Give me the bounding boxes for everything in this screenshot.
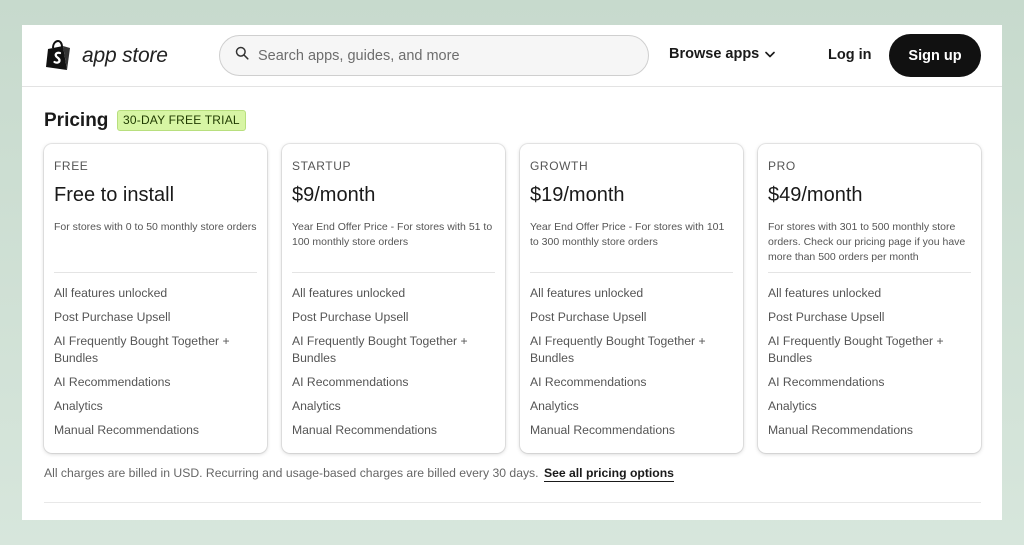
feature-item: Manual Recommendations [530, 423, 675, 437]
plan-price: Free to install [54, 184, 175, 206]
feature-item: AI Recommendations [292, 375, 409, 389]
app-store-logo[interactable]: app store [44, 40, 168, 72]
plan-description: For stores with 301 to 500 monthly store… [768, 221, 966, 263]
feature-item: Manual Recommendations [292, 423, 437, 437]
plan-name: STARTUP [292, 159, 352, 173]
plan-description: For stores with 0 to 50 monthly store or… [54, 221, 257, 233]
divider [54, 272, 257, 273]
plan-description: Year End Offer Price - For stores with 1… [530, 221, 725, 248]
feature-item: All features unlocked [292, 286, 406, 300]
feature-item: All features unlocked [530, 286, 644, 300]
plan-card-pro: PRO $49/month For stores with 301 to 500… [758, 144, 981, 453]
billing-note-text: All charges are billed in USD. Recurring… [44, 466, 539, 480]
plan-name: PRO [768, 159, 796, 173]
free-trial-badge: 30-DAY FREE TRIAL [117, 110, 246, 131]
divider [768, 272, 971, 273]
feature-item: Analytics [768, 399, 817, 413]
feature-item: Analytics [530, 399, 579, 413]
plan-price: $9/month [292, 184, 376, 206]
feature-item: Analytics [292, 399, 341, 413]
divider [292, 272, 495, 273]
feature-item: AI Frequently Bought Together + Bundles [768, 334, 944, 365]
divider [530, 272, 733, 273]
site-header: app store Browse apps Log in Sign up [22, 25, 1002, 87]
plan-features: All features unlocked Post Purchase Upse… [530, 285, 733, 439]
plan-name: FREE [54, 159, 89, 173]
see-all-pricing-link[interactable]: See all pricing options [543, 466, 674, 482]
browse-apps-label: Browse apps [669, 46, 760, 62]
feature-item: Post Purchase Upsell [292, 310, 409, 324]
feature-item: Manual Recommendations [768, 423, 913, 437]
shopping-bag-icon [44, 40, 72, 72]
feature-item: Post Purchase Upsell [530, 310, 647, 324]
search-bar[interactable] [219, 35, 649, 76]
feature-item: AI Recommendations [530, 375, 647, 389]
plan-features: All features unlocked Post Purchase Upse… [768, 285, 971, 439]
login-link[interactable]: Log in [828, 47, 872, 63]
plan-description: Year End Offer Price - For stores with 5… [292, 221, 493, 248]
plan-name: GROWTH [530, 159, 589, 173]
logo-text: app store [82, 44, 168, 67]
search-icon [235, 46, 249, 65]
pricing-title: Pricing [44, 110, 109, 131]
plan-price: $19/month [530, 184, 625, 206]
plan-card-free: FREE Free to install For stores with 0 t… [44, 144, 267, 453]
feature-item: All features unlocked [768, 286, 882, 300]
signup-button[interactable]: Sign up [889, 34, 981, 77]
feature-item: AI Frequently Bought Together + Bundles [54, 334, 230, 365]
app-store-page: app store Browse apps Log in Sign up Pri… [22, 25, 1002, 520]
browse-apps-menu[interactable]: Browse apps [669, 46, 776, 62]
feature-item: AI Recommendations [768, 375, 885, 389]
feature-item: AI Frequently Bought Together + Bundles [292, 334, 468, 365]
pricing-plans: FREE Free to install For stores with 0 t… [44, 144, 981, 454]
plan-features: All features unlocked Post Purchase Upse… [292, 285, 495, 439]
chevron-down-icon [765, 46, 776, 62]
plan-features: All features unlocked Post Purchase Upse… [54, 285, 257, 439]
feature-item: Manual Recommendations [54, 423, 199, 437]
feature-item: AI Recommendations [54, 375, 171, 389]
feature-item: Post Purchase Upsell [54, 310, 171, 324]
feature-item: Analytics [54, 399, 103, 413]
plan-price: $49/month [768, 184, 863, 206]
plan-card-growth: GROWTH $19/month Year End Offer Price - … [520, 144, 743, 453]
feature-item: AI Frequently Bought Together + Bundles [530, 334, 706, 365]
billing-note: All charges are billed in USD. Recurring… [44, 466, 674, 482]
section-divider [44, 502, 981, 503]
feature-item: All features unlocked [54, 286, 168, 300]
feature-item: Post Purchase Upsell [768, 310, 885, 324]
search-input[interactable] [258, 47, 618, 64]
plan-card-startup: STARTUP $9/month Year End Offer Price - … [282, 144, 505, 453]
